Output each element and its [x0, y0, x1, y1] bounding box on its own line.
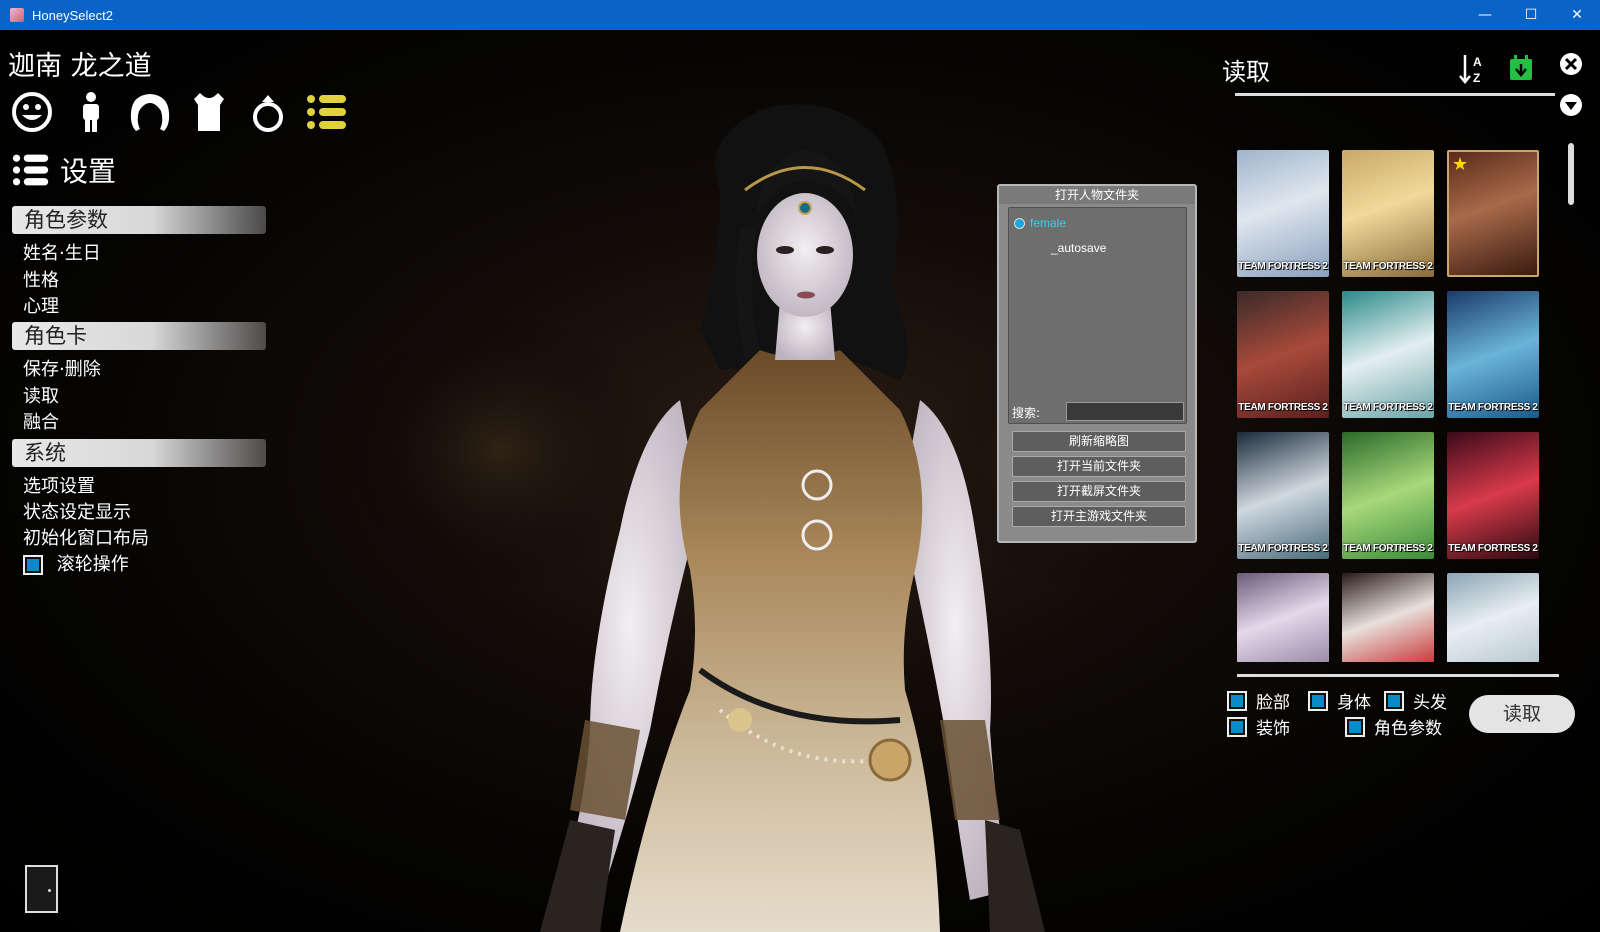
menu-merge[interactable]: 融合	[23, 408, 59, 434]
close-window-button[interactable]: ✕	[1554, 0, 1600, 30]
list-icon	[12, 154, 49, 186]
filter-hair[interactable]: 头发	[1384, 688, 1447, 713]
menu-psychology[interactable]: 心理	[23, 292, 59, 318]
card-thumbnail-favorite[interactable]: ★	[1447, 150, 1539, 277]
card-thumbnail[interactable]: TEAM FORTRESS 2	[1342, 150, 1434, 277]
category-toolbar	[10, 90, 349, 134]
group-character-card: 角色卡	[12, 322, 266, 350]
character-name: 迦南 龙之道	[8, 51, 152, 82]
filter-face-label: 脸部	[1256, 693, 1290, 713]
filter-character-params[interactable]: 角色参数	[1345, 714, 1442, 739]
window-title-bar: HoneySelect2 — ☐ ✕	[0, 0, 1600, 30]
search-input[interactable]	[1066, 402, 1184, 421]
filter-body[interactable]: 身体	[1308, 688, 1371, 713]
group-character-params: 角色参数	[12, 206, 266, 234]
card-thumbnail[interactable]: TEAM FORTRESS 2	[1447, 432, 1539, 559]
card-thumbnail[interactable]: TEAM FORTRESS 2	[1237, 432, 1329, 559]
refresh-thumbnails-button[interactable]: 刷新缩略图	[1012, 431, 1186, 452]
card-thumbnail[interactable]: TEAM FORTRESS 2	[1237, 150, 1329, 277]
tree-node-autosave[interactable]: _autosave	[1051, 241, 1106, 255]
window-title: HoneySelect2	[32, 7, 113, 23]
open-screenshot-folder-button[interactable]: 打开截屏文件夹	[1012, 481, 1186, 502]
sort-az-icon[interactable]: AZ	[1458, 52, 1488, 86]
character-card-grid[interactable]: TEAM FORTRESS 2 TEAM FORTRESS 2 ★ TEAM F…	[1237, 150, 1547, 662]
clothes-icon[interactable]	[187, 90, 231, 134]
app-icon	[10, 8, 24, 22]
filter-face-checkbox[interactable]	[1227, 690, 1247, 711]
filter-body-label: 身体	[1337, 693, 1371, 713]
folder-popup: 打开人物文件夹 female _autosave 搜索: 刷新缩略图 打开当前文…	[997, 184, 1197, 543]
menu-reset-layout[interactable]: 初始化窗口布局	[23, 524, 149, 550]
grid-scrollbar[interactable]	[1568, 143, 1574, 205]
open-current-folder-button[interactable]: 打开当前文件夹	[1012, 456, 1186, 477]
body-icon[interactable]	[69, 90, 113, 134]
menu-options[interactable]: 选项设置	[23, 472, 95, 498]
filter-accessory-checkbox[interactable]	[1227, 716, 1247, 737]
menu-load[interactable]: 读取	[23, 382, 59, 408]
grid-divider	[1237, 674, 1559, 677]
settings-list-icon[interactable]	[305, 90, 349, 134]
svg-text:Z: Z	[1473, 71, 1480, 85]
open-game-folder-button[interactable]: 打开主游戏文件夹	[1012, 506, 1186, 527]
svg-text:A: A	[1473, 55, 1482, 69]
load-button[interactable]: 读取	[1469, 695, 1575, 733]
scroll-checkbox[interactable]	[23, 555, 43, 575]
card-thumbnail[interactable]: TEAM FORTRESS 2	[1342, 291, 1434, 418]
exit-door-icon[interactable]	[25, 865, 58, 913]
filter-hair-label: 头发	[1413, 693, 1447, 713]
menu-name-birthday[interactable]: 姓名·生日	[23, 239, 101, 265]
accessory-ring-icon[interactable]	[246, 90, 290, 134]
filter-accessory[interactable]: 装饰	[1227, 714, 1290, 739]
search-label: 搜索:	[1012, 406, 1041, 420]
card-thumbnail[interactable]	[1447, 573, 1539, 662]
card-thumbnail[interactable]	[1237, 573, 1329, 662]
folder-popup-title: 打开人物文件夹	[999, 186, 1195, 204]
scroll-option-label: 滚轮操作	[56, 554, 129, 575]
scroll-option[interactable]: 滚轮操作	[23, 550, 129, 576]
filter-hair-checkbox[interactable]	[1384, 690, 1404, 711]
minimize-button[interactable]: —	[1462, 0, 1508, 30]
menu-save-delete[interactable]: 保存·删除	[23, 355, 101, 381]
filter-params-checkbox[interactable]	[1345, 716, 1365, 737]
folder-node-icon	[1014, 217, 1025, 229]
card-thumbnail[interactable]	[1342, 573, 1434, 662]
menu-personality[interactable]: 性格	[23, 266, 59, 292]
maximize-button[interactable]: ☐	[1508, 0, 1554, 30]
title-divider	[1235, 93, 1555, 96]
group-system: 系统	[12, 439, 266, 467]
calendar-download-icon[interactable]	[1506, 52, 1536, 84]
card-thumbnail[interactable]: TEAM FORTRESS 2	[1447, 291, 1539, 418]
menu-status-display[interactable]: 状态设定显示	[23, 498, 131, 524]
filter-body-checkbox[interactable]	[1308, 690, 1328, 711]
favorite-star-icon: ★	[1452, 154, 1469, 175]
settings-section-title: 设置	[12, 150, 116, 190]
folder-tree[interactable]: female _autosave	[1008, 207, 1187, 424]
card-thumbnail[interactable]: TEAM FORTRESS 2	[1342, 432, 1434, 559]
close-panel-icon[interactable]	[1558, 51, 1584, 77]
dropdown-arrow-icon[interactable]	[1558, 92, 1584, 118]
filter-params-label: 角色参数	[1374, 719, 1442, 739]
card-thumbnail[interactable]: TEAM FORTRESS 2	[1237, 291, 1329, 418]
tree-node-female[interactable]: female	[1014, 216, 1066, 230]
load-panel-title: 读取	[1222, 58, 1270, 86]
section-title-text: 设置	[60, 155, 117, 188]
face-icon[interactable]	[10, 90, 54, 134]
filter-face[interactable]: 脸部	[1227, 688, 1290, 713]
hair-icon[interactable]	[128, 90, 172, 134]
filter-accessory-label: 装饰	[1256, 719, 1290, 739]
